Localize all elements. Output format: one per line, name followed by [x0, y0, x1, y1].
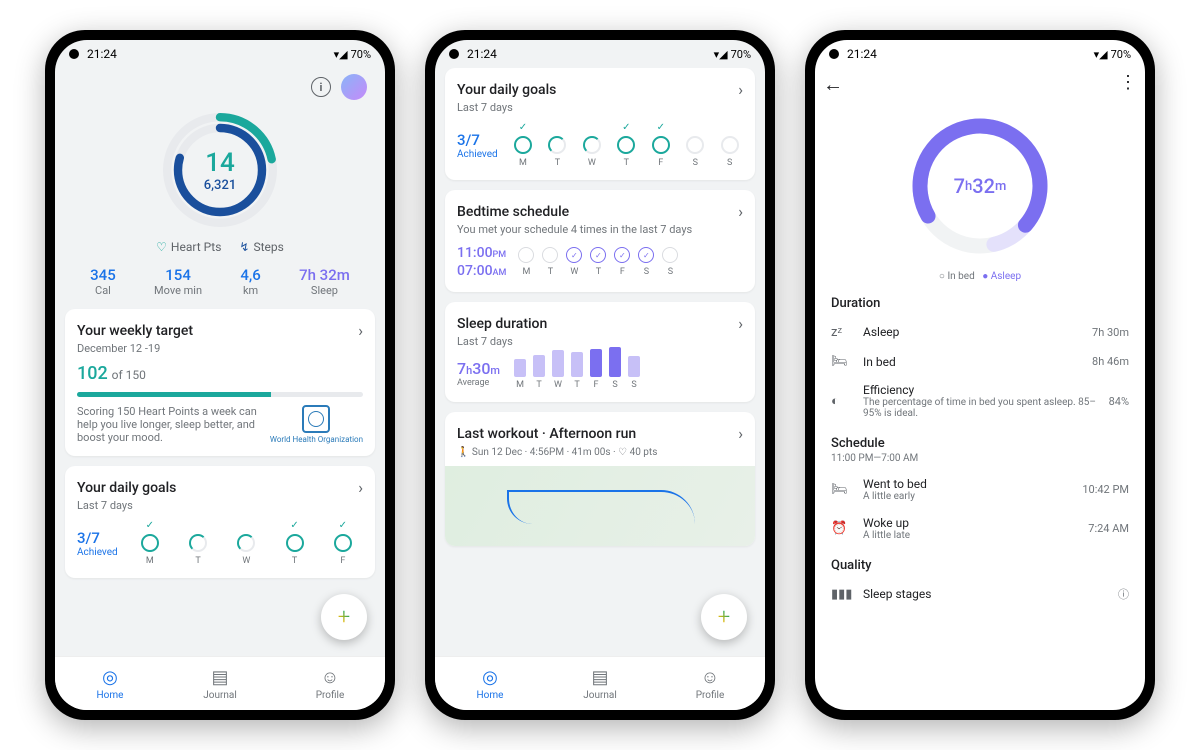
day-M: ✓M	[514, 122, 532, 168]
phone-1: 21:24 ▾◢70% i 14 6,321 ♡Heart Pts ↯Steps…	[45, 30, 395, 720]
bedtime-range: 11:00PM 07:00AM	[457, 244, 506, 280]
detail-row[interactable]: zᶻAsleep7h 30m	[825, 317, 1135, 347]
heart-pts-label: ♡Heart Pts	[156, 240, 221, 254]
stat-sleep[interactable]: 7h 32mSleep	[299, 266, 350, 297]
chevron-right-icon: ›	[738, 80, 743, 99]
journal-icon: ▤	[211, 667, 228, 688]
stat-km[interactable]: 4,6km	[240, 266, 260, 297]
chevron-right-icon: ›	[358, 478, 363, 497]
weekly-target-card[interactable]: Your weekly target› December 12 -19 102 …	[65, 309, 375, 456]
day-T: ✓T	[286, 520, 304, 566]
bedday-S: S	[662, 247, 678, 277]
stat-move[interactable]: 154Move min	[154, 266, 202, 297]
last-workout-card[interactable]: Last workout · Afternoon run› 🚶 Sun 12 D…	[445, 412, 755, 546]
achieved-value: 3/7	[77, 529, 118, 547]
section-quality: Quality	[825, 558, 1135, 573]
nav-profile[interactable]: ☺Profile	[275, 657, 385, 710]
nav-profile[interactable]: ☺Profile	[655, 657, 765, 710]
nav-journal[interactable]: ▤Journal	[165, 657, 275, 710]
day-W: W	[583, 122, 601, 168]
bedday-T: ✓T	[590, 247, 606, 277]
section-duration: Duration	[825, 296, 1135, 311]
who-logo: World Health Organization	[270, 405, 363, 444]
status-bar: 21:24 ▾◢70%	[815, 40, 1145, 68]
workout-map	[445, 466, 755, 546]
progress-bar	[77, 392, 363, 397]
day-T: T	[189, 520, 207, 566]
heart-pts-value: 14	[205, 148, 235, 178]
fab-add[interactable]: +	[321, 594, 367, 640]
card-subtitle: December 12 -19	[77, 342, 363, 355]
nav-home[interactable]: ◎Home	[435, 657, 545, 710]
screen-3: 21:24 ▾◢70% ← ⋮ 7h 32m ○ In bed ● Asleep…	[815, 40, 1145, 710]
sleep-legend: ○ In bed ● Asleep	[825, 271, 1135, 282]
steps-label: ↯Steps	[239, 240, 283, 254]
info-icon: ⓘ	[1118, 586, 1129, 602]
sleep-duration-card[interactable]: Sleep duration› Last 7 days 7h30mAverage…	[445, 302, 755, 402]
bedday-M: M	[518, 247, 534, 277]
day-M: ✓M	[141, 520, 159, 566]
section-schedule: Schedule	[825, 436, 1135, 451]
bedday-S: ✓S	[638, 247, 654, 277]
home-icon: ◎	[102, 667, 118, 688]
back-icon[interactable]: ←	[823, 72, 843, 97]
screen-2: 21:24 ▾◢70% Your daily goals› Last 7 day…	[435, 40, 765, 710]
bedday-T: T	[542, 247, 558, 277]
card-title: Your weekly target	[77, 323, 193, 339]
ring-legend: ♡Heart Pts ↯Steps	[65, 240, 375, 254]
bedday-F: ✓F	[614, 247, 630, 277]
screen-1: 21:24 ▾◢70% i 14 6,321 ♡Heart Pts ↯Steps…	[55, 40, 385, 710]
detail-row[interactable]: 🛏In bed8h 46m	[825, 347, 1135, 376]
bottom-nav: ◎Home ▤Journal ☺Profile	[435, 656, 765, 710]
day-T: T	[548, 122, 566, 168]
day-F: ✓F	[652, 122, 670, 168]
stats-row: 345Cal 154Move min 4,6km 7h 32mSleep	[65, 266, 375, 309]
status-bar: 21:24 ▾◢70%	[55, 40, 385, 68]
nav-home[interactable]: ◎Home	[55, 657, 165, 710]
day-T: ✓T	[617, 122, 635, 168]
steps-value: 6,321	[204, 178, 236, 193]
day-W: W	[237, 520, 255, 566]
bedtime-card[interactable]: Bedtime schedule› You met your schedule …	[445, 190, 755, 292]
detail-row[interactable]: ◐EfficiencyThe percentage of time in bed…	[825, 376, 1135, 426]
day-F: ✓F	[334, 520, 352, 566]
target-value: 102	[77, 363, 108, 384]
bedday-W: ✓W	[566, 247, 582, 277]
bottom-nav: ◎Home ▤Journal ☺Profile	[55, 656, 385, 710]
day-S: S	[686, 122, 704, 168]
clock-text: 21:24	[87, 47, 117, 61]
avatar[interactable]	[341, 74, 367, 100]
chevron-right-icon: ›	[738, 424, 743, 443]
phone-2: 21:24 ▾◢70% Your daily goals› Last 7 day…	[425, 30, 775, 720]
sleep-bars: MTWTFSS	[514, 356, 640, 390]
activity-ring[interactable]: 14 6,321	[65, 110, 375, 230]
workout-meta: 🚶 Sun 12 Dec · 4:56PM · 41m 00s · ♡ 40 p…	[457, 447, 743, 458]
chevron-right-icon: ›	[738, 202, 743, 221]
sleep-ring: 7h 32m	[905, 111, 1055, 261]
battery-text: 70%	[351, 48, 371, 61]
phone-3: 21:24 ▾◢70% ← ⋮ 7h 32m ○ In bed ● Asleep…	[805, 30, 1155, 720]
fab-add[interactable]: +	[701, 594, 747, 640]
stat-cal[interactable]: 345Cal	[90, 266, 116, 297]
daily-goals-card[interactable]: Your daily goals› Last 7 days 3/7Achieve…	[65, 466, 375, 578]
wifi-icon: ▾◢	[334, 48, 348, 61]
detail-row[interactable]: ⏰Woke upA little late7:24 AM	[825, 509, 1135, 548]
sleep-avg: 7h30m	[457, 359, 500, 378]
day-S: S	[721, 122, 739, 168]
nav-journal[interactable]: ▤Journal	[545, 657, 655, 710]
chevron-right-icon: ›	[358, 321, 363, 340]
daily-goals-card[interactable]: Your daily goals› Last 7 days 3/7Achieve…	[445, 68, 755, 180]
detail-row[interactable]: 🛏Went to bedA little early10:42 PM	[825, 470, 1135, 509]
chevron-right-icon: ›	[738, 314, 743, 333]
profile-icon: ☺	[321, 667, 339, 688]
target-desc: Scoring 150 Heart Points a week can help…	[77, 405, 260, 444]
status-bar: 21:24 ▾◢70%	[435, 40, 765, 68]
info-icon[interactable]: i	[311, 77, 331, 97]
more-icon[interactable]: ⋮	[1119, 72, 1137, 97]
bars-icon: ▮▮▮	[831, 587, 851, 602]
sleep-stages-row[interactable]: ▮▮▮ Sleep stages ⓘ	[825, 579, 1135, 609]
